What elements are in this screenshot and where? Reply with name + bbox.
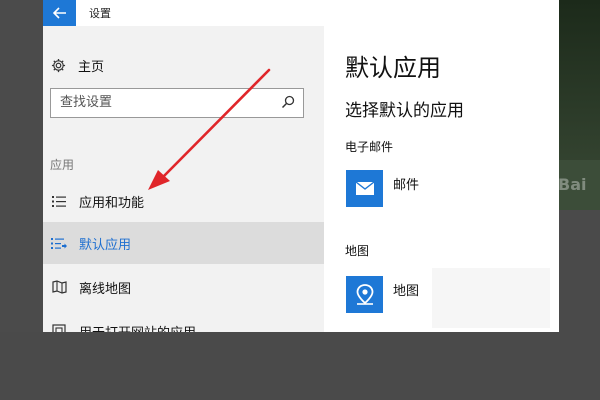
map-icon [50,278,68,296]
sidebar-item-label: 离线地图 [79,281,132,297]
email-app-name: 邮件 [393,178,420,193]
default-email-app-button[interactable]: 邮件 [346,170,419,210]
sidebar-item-website-apps[interactable]: 用于打开网站的应用 [43,310,324,332]
page-subtitle: 选择默认的应用 [345,101,464,121]
mail-icon [346,170,383,207]
website-apps-icon [50,322,68,332]
blurred-overlay-region [432,268,550,328]
desktop-watermark: Bai [558,160,600,210]
back-button[interactable] [43,0,76,26]
page-title: 默认应用 [345,54,441,82]
back-arrow-icon [52,7,66,19]
gear-icon [49,56,67,74]
sidebar-item-default-apps[interactable]: 默认应用 [43,222,324,264]
maps-pin-icon [346,276,383,313]
maps-app-name: 地图 [393,284,420,299]
section-label-apps: 应用 [50,158,75,172]
search-icon[interactable] [281,95,295,109]
default-apps-icon [50,234,68,252]
desktop-left-strip [0,0,43,332]
sidebar-item-label: 默认应用 [79,237,132,253]
category-label-email: 电子邮件 [345,140,394,154]
search-box[interactable] [50,88,304,118]
window-title: 设置 [89,7,111,20]
title-bar: 设置 [43,0,559,26]
search-input[interactable] [51,89,280,116]
sidebar-item-offline-maps[interactable]: 离线地图 [43,266,324,308]
category-label-maps: 地图 [345,244,370,258]
home-nav-item[interactable]: 主页 [49,54,104,76]
home-label: 主页 [78,59,105,75]
settings-sidebar: 主页 应用 应用和功能 [43,26,324,332]
sidebar-item-label: 用于打开网站的应用 [79,322,196,333]
list-icon [50,192,68,210]
default-maps-app-button[interactable]: 地图 [346,276,419,316]
sidebar-item-label: 应用和功能 [79,195,145,211]
sidebar-item-apps-features[interactable]: 应用和功能 [43,180,324,222]
